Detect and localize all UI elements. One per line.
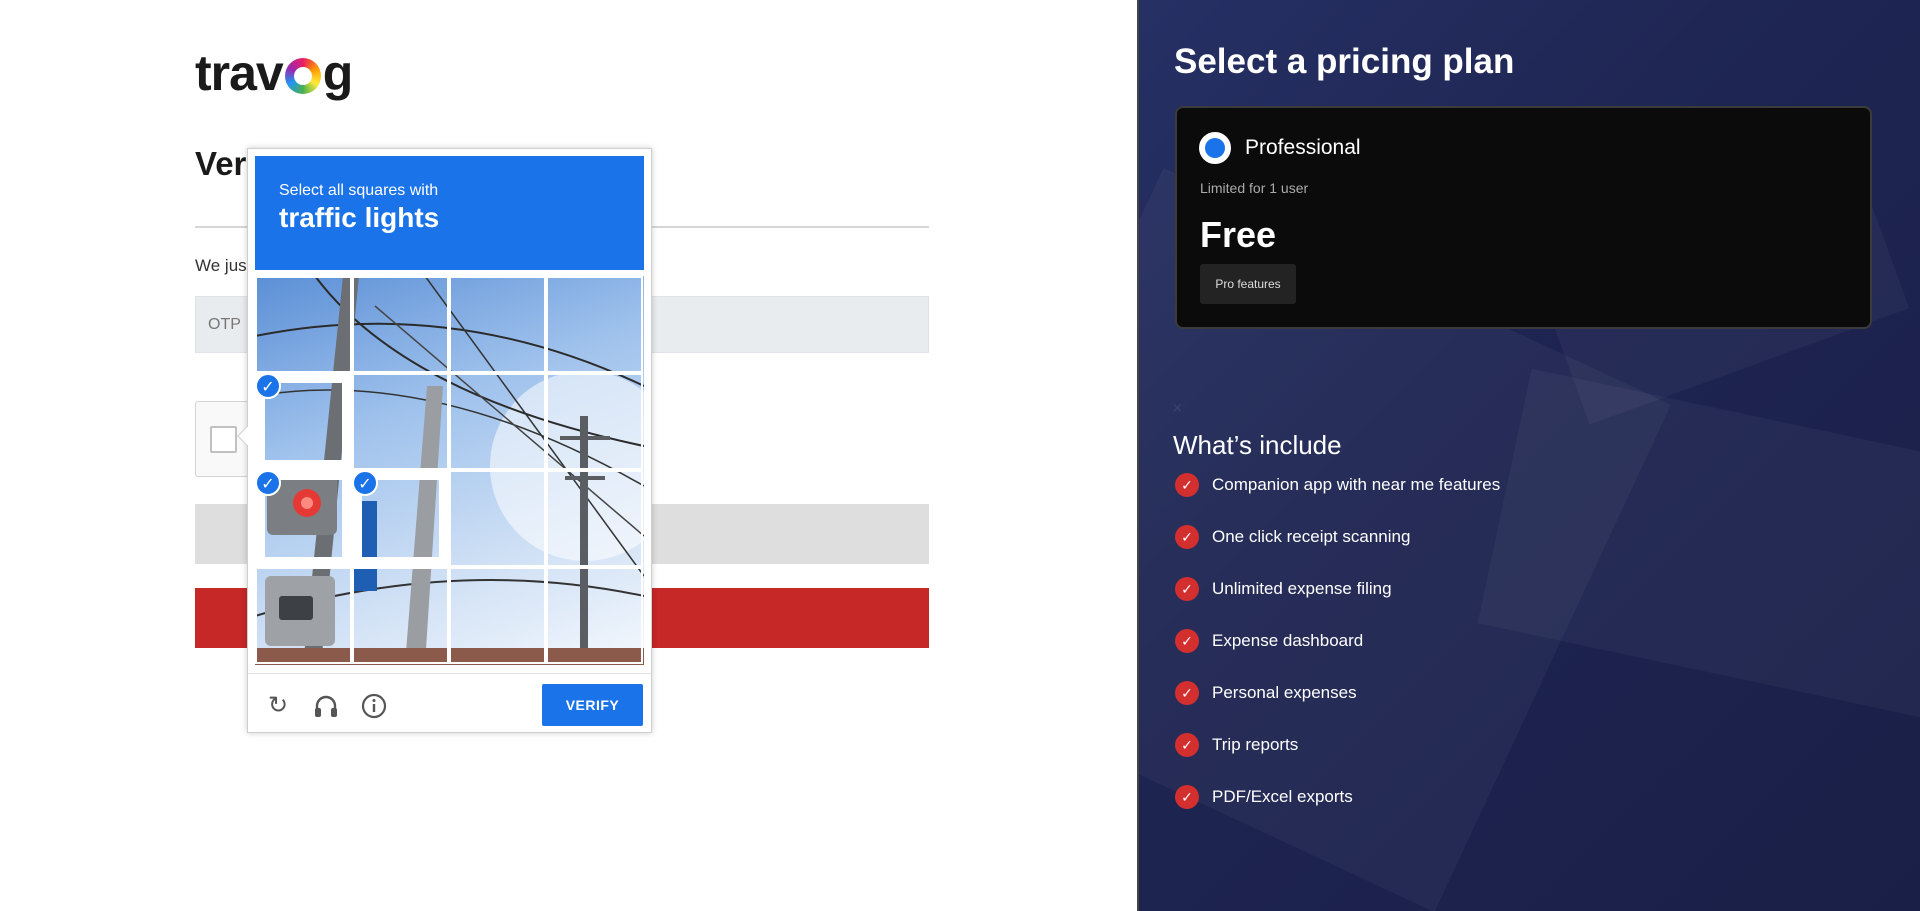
captcha-tile[interactable] (449, 276, 546, 373)
captcha-tile[interactable] (449, 567, 546, 664)
feature-item: ✓ Unlimited expense filing (1175, 576, 1500, 628)
captcha-tile[interactable] (449, 373, 546, 470)
selected-check-icon: ✓ (352, 470, 378, 496)
captcha-tile[interactable] (255, 567, 352, 664)
logo-ring-icon (284, 58, 321, 94)
feature-label: Unlimited expense filing (1212, 579, 1392, 598)
selected-check-icon: ✓ (255, 373, 281, 399)
check-icon: ✓ (1175, 681, 1199, 705)
captcha-challenge: Select all squares with traffic lights ✓… (237, 148, 652, 733)
captcha-tile[interactable] (546, 567, 643, 664)
verification-pane: trav g Ver We jus OTP Select all squares… (0, 0, 1137, 911)
reload-icon[interactable]: ↻ (264, 692, 292, 720)
feature-item: ✓ Personal expenses (1175, 680, 1500, 732)
pricing-title: Select a pricing plan (1174, 42, 1515, 81)
selected-check-icon: ✓ (255, 470, 281, 496)
travog-logo[interactable]: trav g (195, 45, 354, 101)
captcha-tile[interactable] (352, 373, 449, 470)
otp-sent-message: We jus (195, 256, 247, 275)
check-icon: ✓ (1175, 525, 1199, 549)
plan-radio-selected[interactable] (1199, 132, 1231, 164)
captcha-tile[interactable] (546, 373, 643, 470)
feature-label: PDF/Excel exports (1212, 787, 1353, 806)
page: trav g Ver We jus OTP Select all squares… (0, 0, 1920, 911)
captcha-tile[interactable] (546, 470, 643, 567)
audio-icon[interactable] (312, 692, 340, 720)
feature-item: ✓ Companion app with near me features (1175, 472, 1500, 524)
pro-features-button[interactable]: Pro features (1200, 264, 1296, 304)
captcha-image-grid: ✓ ✓ ✓ (255, 276, 644, 665)
check-icon: ✓ (1175, 473, 1199, 497)
plan-name: Professional (1245, 136, 1361, 159)
captcha-prompt-target: traffic lights (279, 202, 440, 233)
captcha-prompt: Select all squares with traffic lights (255, 156, 644, 270)
feature-list: ✓ Companion app with near me features ✓ On… (1175, 472, 1500, 836)
feature-label: Companion app with near me features (1212, 475, 1501, 494)
logo-text-left: trav (195, 45, 284, 101)
feature-item: ✓ One click receipt scanning (1175, 524, 1500, 576)
check-icon: ✓ (1175, 577, 1199, 601)
feature-label: Trip reports (1212, 735, 1299, 754)
feature-item: ✓ Expense dashboard (1175, 628, 1500, 680)
page-title: Ver (195, 145, 247, 182)
captcha-footer: ↻ VERIFY (248, 673, 651, 733)
feature-label: One click receipt scanning (1212, 527, 1411, 546)
captcha-tile[interactable] (546, 276, 643, 373)
plan-user-limit: Limited for 1 user (1200, 180, 1309, 196)
feature-item: ✓ PDF/Excel exports (1175, 784, 1500, 836)
info-icon[interactable] (360, 692, 388, 720)
close-icon[interactable]: × (1172, 398, 1183, 419)
plan-card-professional[interactable]: Professional Limited for 1 user Free Pro… (1175, 106, 1872, 329)
plan-price: Free (1200, 214, 1277, 255)
captcha-tile[interactable] (352, 276, 449, 373)
feature-item: ✓ Trip reports (1175, 732, 1500, 784)
feature-label: Personal expenses (1212, 683, 1357, 702)
pricing-pane: Select a pricing plan Professional Limit… (1137, 0, 1920, 911)
logo-text-right: g (322, 45, 354, 101)
captcha-tile[interactable] (255, 276, 352, 373)
verify-button[interactable]: VERIFY (542, 684, 643, 726)
captcha-tile[interactable] (352, 567, 449, 664)
check-icon: ✓ (1175, 733, 1199, 757)
includes-heading: What’s include (1173, 430, 1342, 460)
captcha-prompt-instruction: Select all squares with (279, 182, 439, 199)
check-icon: ✓ (1175, 785, 1199, 809)
recaptcha-checkbox[interactable] (210, 426, 237, 453)
captcha-tile[interactable] (449, 470, 546, 567)
check-icon: ✓ (1175, 629, 1199, 653)
feature-label: Expense dashboard (1212, 631, 1364, 650)
